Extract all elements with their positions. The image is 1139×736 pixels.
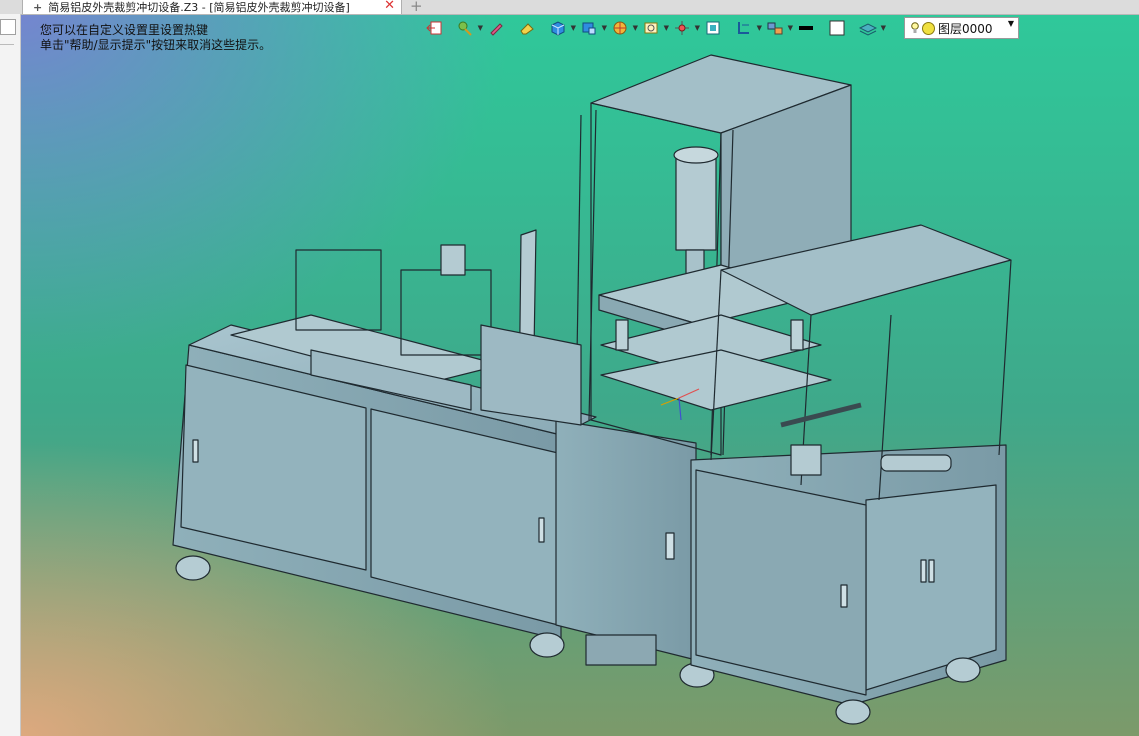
exit-sketch-icon[interactable] xyxy=(423,18,445,38)
layer-status-icon xyxy=(922,21,935,35)
axis-orient-icon[interactable]: ▼ xyxy=(671,18,700,38)
eraser-icon[interactable] xyxy=(516,18,538,38)
zoom-view-icon[interactable]: ▼ xyxy=(640,18,669,38)
edit-pencil-icon[interactable] xyxy=(485,18,507,38)
chevron-down-icon[interactable]: ▼ xyxy=(1008,19,1014,28)
layer-select[interactable]: 图层0000 ▼ xyxy=(904,17,1019,39)
close-icon[interactable]: ✕ xyxy=(384,0,395,13)
machine-model[interactable] xyxy=(21,15,1139,736)
new-tab-button[interactable]: + xyxy=(410,0,423,15)
view-toolbar: ▼ ▼ ▼ ▼ ▼ ▼ ▼ ▼ ▼ xyxy=(423,17,888,39)
pick-filter-icon[interactable]: ▼ xyxy=(454,18,483,38)
line-color-icon[interactable] xyxy=(795,18,817,38)
shade-cube-icon[interactable]: ▼ xyxy=(547,18,576,38)
document-tab[interactable]: + 简易铝皮外壳裁剪冲切设备.Z3 - [简易铝皮外壳裁剪冲切设备] ✕ xyxy=(22,0,402,14)
frame-view-icon[interactable] xyxy=(702,18,724,38)
layer-stack-icon[interactable]: ▼ xyxy=(857,18,886,38)
layer-name: 图层0000 xyxy=(938,21,993,36)
layout-icon[interactable]: ▼ xyxy=(764,18,793,38)
document-tab-bar: + 简易铝皮外壳裁剪冲切设备.Z3 - [简易铝皮外壳裁剪冲切设备] ✕ + xyxy=(0,0,1139,15)
render-mode-icon[interactable]: ▼ xyxy=(609,18,638,38)
section-icon[interactable]: ▼ xyxy=(733,18,762,38)
view-cube-icon[interactable]: ▼ xyxy=(578,18,607,38)
fill-color-icon[interactable] xyxy=(826,18,848,38)
document-tab-title: 简易铝皮外壳裁剪冲切设备.Z3 - [简易铝皮外壳裁剪冲切设备] xyxy=(48,1,350,14)
left-panel-rail xyxy=(0,14,21,736)
panel-toggle-icon[interactable] xyxy=(0,19,16,35)
3d-viewport[interactable]: 您可以在自定义设置里设置热键 单击"帮助/显示提示"按钮来取消这些提示。 ▼ ▼… xyxy=(21,15,1139,736)
tab-plus-icon: + xyxy=(33,0,43,14)
panel-divider xyxy=(0,44,14,65)
lightbulb-icon xyxy=(911,22,919,33)
